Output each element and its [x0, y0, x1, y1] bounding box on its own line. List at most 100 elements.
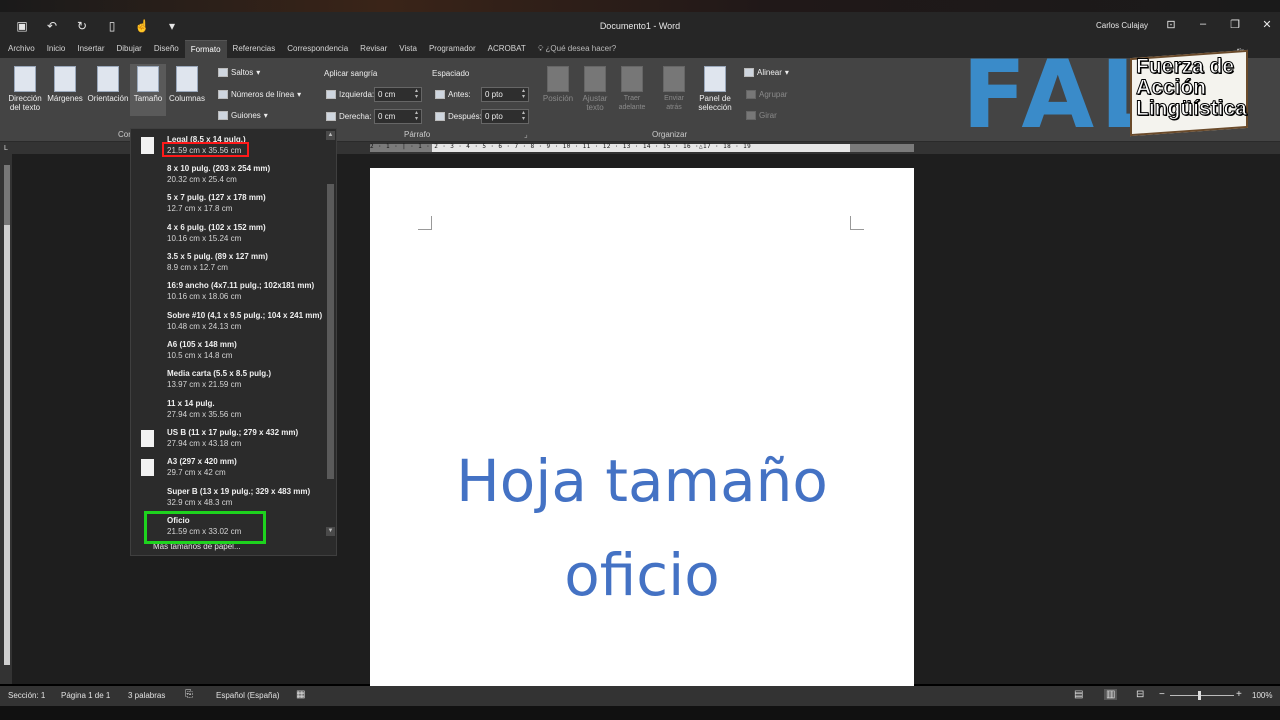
- touch-mode-icon[interactable]: ☝: [134, 18, 150, 34]
- indent-title: Aplicar sangría: [324, 69, 378, 78]
- scroll-up-icon[interactable]: ▲: [326, 131, 335, 140]
- size-icon: [137, 66, 159, 92]
- text-direction-label: Dirección del texto: [8, 94, 42, 112]
- zoom-out-icon[interactable]: −: [1159, 689, 1165, 700]
- align-button[interactable]: Alinear ▾: [744, 68, 789, 77]
- send-backward-icon: [663, 66, 685, 92]
- tab-correspondencia[interactable]: Correspondencia: [281, 40, 354, 58]
- position-button[interactable]: Posición: [540, 66, 576, 103]
- indent-right-input[interactable]: 0 cm: [374, 109, 422, 124]
- size-button[interactable]: Tamaño: [130, 64, 166, 116]
- paper-size-option[interactable]: Media carta (5.5 x 8.5 pulg.) 13.97 cm x …: [133, 367, 323, 395]
- paper-size-option[interactable]: 5 x 7 pulg. (127 x 178 mm) 12.7 cm x 17.8…: [133, 191, 323, 219]
- paper-size-option[interactable]: A6 (105 x 148 mm) 10.5 cm x 14.8 cm: [133, 338, 323, 366]
- hyphenation-icon: [218, 111, 228, 120]
- document-heading-line1[interactable]: Hoja tamaño: [370, 446, 914, 516]
- tab-dibujar[interactable]: Dibujar: [111, 40, 148, 58]
- indent-right-label: Derecha:: [326, 112, 371, 121]
- hyphenation-button[interactable]: Guiones ▾: [218, 111, 268, 120]
- document-page[interactable]: Hoja tamaño oficio: [370, 168, 914, 686]
- web-layout-icon[interactable]: ⊟: [1136, 689, 1144, 700]
- tab-archivo[interactable]: Archivo: [2, 40, 41, 58]
- vertical-ruler[interactable]: [4, 165, 10, 665]
- tab-programador[interactable]: Programador: [423, 40, 482, 58]
- tab-referencias[interactable]: Referencias: [227, 40, 282, 58]
- group-button[interactable]: Agrupar: [746, 90, 787, 99]
- print-layout-icon[interactable]: ▥: [1104, 689, 1118, 700]
- paper-size-option[interactable]: 3.5 x 5 pulg. (89 x 127 mm) 8.9 cm x 12.7…: [133, 250, 323, 278]
- line-numbers-label: Números de línea: [231, 90, 295, 99]
- line-numbers-button[interactable]: Números de línea ▾: [218, 90, 301, 99]
- bring-forward-button[interactable]: Traer adelante: [614, 66, 650, 112]
- tab-diseno[interactable]: Diseño: [148, 40, 185, 58]
- paper-size-option[interactable]: 8 x 10 pulg. (203 x 254 mm) 20.32 cm x 25…: [133, 162, 323, 190]
- indent-left-input[interactable]: 0 cm: [374, 87, 422, 102]
- tab-formato[interactable]: Formato: [184, 40, 227, 58]
- macro-record-icon[interactable]: ▦: [296, 689, 305, 700]
- tell-me-search[interactable]: 💡︎ ¿Qué desea hacer?: [532, 40, 623, 58]
- customize-icon[interactable]: ▾: [164, 18, 180, 34]
- paper-size-option[interactable]: US B (11 x 17 pulg.; 279 x 432 mm) 27.94 …: [133, 426, 323, 454]
- tab-selector[interactable]: L: [4, 145, 8, 152]
- status-page[interactable]: Página 1 de 1: [61, 691, 110, 700]
- margins-button[interactable]: Márgenes: [46, 66, 84, 103]
- close-icon[interactable]: ✕: [1262, 18, 1272, 31]
- tab-acrobat[interactable]: ACROBAT: [482, 40, 532, 58]
- tab-insertar[interactable]: Insertar: [71, 40, 110, 58]
- logo-words: Fuerza de Acción Lingüística: [1136, 55, 1248, 120]
- zoom-in-icon[interactable]: +: [1236, 689, 1242, 700]
- horizontal-ruler[interactable]: 2 · 1 · | · 1 · 2 · 3 · 4 · 5 · 6 · 7 · …: [370, 143, 914, 152]
- tab-revisar[interactable]: Revisar: [354, 40, 393, 58]
- wrap-text-button[interactable]: Ajustar texto: [578, 66, 612, 112]
- scroll-down-icon[interactable]: ▼: [326, 527, 335, 536]
- margins-icon: [54, 66, 76, 92]
- breaks-button[interactable]: Saltos ▾: [218, 68, 260, 77]
- new-doc-icon[interactable]: ▯: [104, 18, 120, 34]
- orientation-button[interactable]: Orientación: [86, 66, 130, 103]
- oficio-highlight-box: [144, 511, 266, 544]
- redo-icon[interactable]: ↻: [74, 18, 90, 34]
- zoom-thumb[interactable]: [1198, 691, 1201, 700]
- line-numbers-icon: [218, 90, 228, 99]
- text-direction-button[interactable]: Dirección del texto: [6, 66, 44, 112]
- spacing-before-input[interactable]: 0 pto: [481, 87, 529, 102]
- proofing-icon[interactable]: ⎘: [185, 689, 193, 700]
- breaks-icon: [218, 68, 228, 77]
- margin-mark-left: [418, 216, 432, 230]
- selection-pane-button[interactable]: Panel de selección: [696, 66, 734, 112]
- paper-size-option[interactable]: A3 (297 x 420 mm) 29.7 cm x 42 cm: [133, 455, 323, 483]
- status-section[interactable]: Sección: 1: [8, 691, 45, 700]
- status-language[interactable]: Español (España): [216, 691, 280, 700]
- send-backward-label: Enviar atrás: [664, 95, 684, 111]
- paper-size-option[interactable]: Sobre #10 (4,1 x 9.5 pulg.; 104 x 241 mm…: [133, 309, 323, 337]
- undo-icon[interactable]: ↶: [44, 18, 60, 34]
- scroll-thumb[interactable]: [327, 184, 334, 479]
- paper-size-option[interactable]: 11 x 14 pulg. 27.94 cm x 35.56 cm: [133, 397, 323, 425]
- read-mode-icon[interactable]: ▤: [1074, 689, 1083, 700]
- indent-left-label: Izquierda:: [326, 90, 374, 99]
- orientation-icon: [97, 66, 119, 92]
- paper-size-option[interactable]: Super B (13 x 19 pulg.; 329 x 483 mm) 32.…: [133, 485, 323, 513]
- paper-size-option[interactable]: 16:9 ancho (4x7.11 pulg.; 102x181 mm) 10.…: [133, 279, 323, 307]
- user-name[interactable]: Carlos Culajay: [1096, 21, 1148, 30]
- document-heading-line2[interactable]: oficio: [370, 540, 914, 610]
- save-icon[interactable]: ▣: [14, 18, 30, 34]
- minimize-icon[interactable]: –: [1198, 18, 1208, 31]
- spacing-after-input[interactable]: 0 pto: [481, 109, 529, 124]
- send-backward-button[interactable]: Enviar atrás: [656, 66, 692, 112]
- tab-inicio[interactable]: Inicio: [41, 40, 72, 58]
- rotate-button[interactable]: Girar: [746, 111, 777, 120]
- margins-label: Márgenes: [47, 94, 83, 103]
- tab-vista[interactable]: Vista: [393, 40, 423, 58]
- columns-button[interactable]: Columnas: [168, 66, 206, 103]
- status-words[interactable]: 3 palabras: [128, 691, 165, 700]
- paragraph-launcher-icon[interactable]: ⌟: [524, 130, 528, 139]
- zoom-level[interactable]: 100%: [1252, 691, 1272, 700]
- text-direction-icon: [14, 66, 36, 92]
- dropdown-scrollbar[interactable]: ▲ ▼: [325, 129, 337, 543]
- paper-size-option[interactable]: 4 x 6 pulg. (102 x 152 mm) 10.16 cm x 15.…: [133, 221, 323, 249]
- restore-icon[interactable]: ❐: [1230, 18, 1240, 31]
- tell-me-label: ¿Qué desea hacer?: [545, 44, 617, 53]
- zoom-slider[interactable]: [1170, 695, 1234, 696]
- ribbon-display-icon[interactable]: ⊡: [1166, 18, 1176, 31]
